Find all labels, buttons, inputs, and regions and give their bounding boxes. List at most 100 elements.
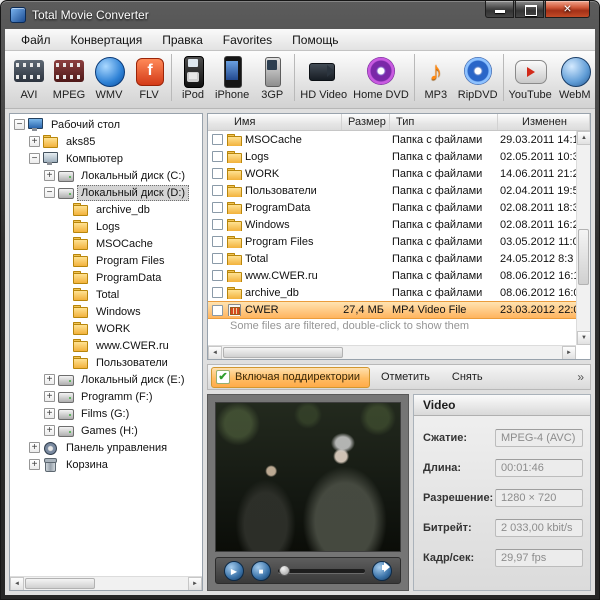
- file-row[interactable]: archive_db Папка с файлами 08.06.2012 16…: [208, 284, 576, 301]
- close-button[interactable]: [545, 1, 590, 18]
- tree-item[interactable]: Локальный диск (D:): [10, 184, 202, 201]
- scroll-right-icon[interactable]: ►: [188, 577, 202, 591]
- menu-item[interactable]: Помощь: [282, 30, 348, 50]
- tree-item[interactable]: Films (G:): [10, 405, 202, 422]
- toolbar-button[interactable]: Home DVD: [350, 54, 412, 101]
- tree-item[interactable]: ProgramData: [10, 269, 202, 286]
- scroll-left-icon[interactable]: ◄: [10, 577, 24, 591]
- volume-button[interactable]: [372, 561, 392, 581]
- toolbar-button[interactable]: AVI: [9, 54, 49, 101]
- toolbar-button[interactable]: 3GP: [252, 54, 292, 101]
- column-header[interactable]: Имя: [208, 114, 342, 130]
- file-list-vertical-scrollbar[interactable]: ▲ ▼: [576, 131, 590, 345]
- menu-item[interactable]: Правка: [152, 30, 213, 50]
- tree-item[interactable]: WORK: [10, 320, 202, 337]
- row-checkbox[interactable]: [212, 287, 223, 298]
- play-button[interactable]: ▶: [224, 561, 244, 581]
- toolbar-button[interactable]: RipDVD: [455, 54, 501, 101]
- menu-item[interactable]: Файл: [11, 30, 61, 50]
- row-checkbox[interactable]: [212, 270, 223, 281]
- tree-item[interactable]: Programm (F:): [10, 388, 202, 405]
- column-header[interactable]: Тип: [390, 114, 498, 130]
- file-row[interactable]: Windows Папка с файлами 02.08.2011 16:2: [208, 216, 576, 233]
- minimize-button[interactable]: [485, 1, 514, 18]
- include-subdirectories-button[interactable]: ✔ Включая поддиректории: [211, 367, 370, 388]
- tree-expander-icon[interactable]: [44, 374, 55, 385]
- file-list-hscroll-track[interactable]: [222, 346, 562, 359]
- toolbar-button[interactable]: iPod: [171, 54, 212, 101]
- file-row[interactable]: WORK Папка с файлами 14.06.2011 21:2: [208, 165, 576, 182]
- row-checkbox[interactable]: [212, 134, 223, 145]
- video-preview-frame[interactable]: [215, 402, 401, 552]
- tree-expander-icon[interactable]: [44, 391, 55, 402]
- tree-item[interactable]: Панель управления: [10, 439, 202, 456]
- toolbar-button[interactable]: FLV: [129, 54, 169, 101]
- tree-scroll-thumb[interactable]: [25, 578, 95, 589]
- file-list-hscroll-thumb[interactable]: [223, 347, 343, 358]
- tree-scroll-track[interactable]: [24, 577, 188, 590]
- tree-horizontal-scrollbar[interactable]: ◄ ►: [10, 576, 202, 590]
- tree-item[interactable]: Рабочий стол: [10, 116, 202, 133]
- row-checkbox[interactable]: [212, 253, 223, 264]
- tree-item[interactable]: Корзина: [10, 456, 202, 473]
- tree-item[interactable]: Total: [10, 286, 202, 303]
- toolbar-button[interactable]: iPhone: [212, 54, 252, 101]
- tree-expander-icon[interactable]: [29, 459, 40, 470]
- row-checkbox[interactable]: [212, 202, 223, 213]
- unmark-button[interactable]: Снять: [441, 368, 494, 386]
- tree-item[interactable]: Games (H:): [10, 422, 202, 439]
- title-bar[interactable]: Total Movie Converter: [1, 1, 599, 29]
- stop-button[interactable]: ■: [251, 561, 271, 581]
- tree-expander-icon[interactable]: [44, 425, 55, 436]
- file-row[interactable]: Logs Папка с файлами 02.05.2011 10:3: [208, 148, 576, 165]
- file-list-horizontal-scrollbar[interactable]: ◄ ►: [208, 345, 576, 359]
- file-list-vscroll-track[interactable]: [577, 145, 590, 331]
- tree-expander-icon[interactable]: [44, 408, 55, 419]
- toolbar-button[interactable]: MP3: [414, 54, 455, 101]
- scroll-down-icon[interactable]: ▼: [577, 331, 591, 345]
- tree-item[interactable]: Компьютер: [10, 150, 202, 167]
- file-row[interactable]: Total Папка с файлами 24.05.2012 8:3: [208, 250, 576, 267]
- tree-expander-icon[interactable]: [14, 119, 25, 130]
- row-checkbox[interactable]: [212, 151, 223, 162]
- tree-item[interactable]: MSOCache: [10, 235, 202, 252]
- file-row[interactable]: MSOCache Папка с файлами 29.03.2011 14:1: [208, 131, 576, 148]
- tree-item[interactable]: aks85: [10, 133, 202, 150]
- tree-item[interactable]: www.CWER.ru: [10, 337, 202, 354]
- toolbar-button[interactable]: MPEG: [49, 54, 89, 101]
- row-checkbox[interactable]: [212, 219, 223, 230]
- file-row[interactable]: Program Files Папка с файлами 03.05.2012…: [208, 233, 576, 250]
- tree-item[interactable]: Program Files: [10, 252, 202, 269]
- maximize-button[interactable]: [515, 1, 544, 18]
- tree-expander-icon[interactable]: [44, 187, 55, 198]
- row-checkbox[interactable]: [212, 305, 223, 316]
- tree-expander-icon[interactable]: [29, 153, 40, 164]
- row-checkbox[interactable]: [212, 168, 223, 179]
- toolbar-button[interactable]: WMV: [89, 54, 129, 101]
- toolbar-button[interactable]: HD Video: [294, 54, 350, 101]
- seek-slider[interactable]: [278, 569, 365, 573]
- tree-expander-icon[interactable]: [29, 136, 40, 147]
- scroll-left-icon[interactable]: ◄: [208, 346, 222, 360]
- tree-item[interactable]: Logs: [10, 218, 202, 235]
- row-checkbox[interactable]: [212, 185, 223, 196]
- tree-item[interactable]: Локальный диск (C:): [10, 167, 202, 184]
- mark-button[interactable]: Отметить: [370, 368, 441, 386]
- file-row[interactable]: CWER 27,4 МБ MP4 Video File 23.03.2012 2…: [208, 301, 576, 319]
- tree-item[interactable]: Windows: [10, 303, 202, 320]
- scroll-right-icon[interactable]: ►: [562, 346, 576, 360]
- seek-slider-thumb[interactable]: [279, 565, 290, 576]
- tree-expander-icon[interactable]: [29, 442, 40, 453]
- toolbar-overflow-icon[interactable]: »: [577, 370, 584, 384]
- file-row[interactable]: www.CWER.ru Папка с файлами 08.06.2012 1…: [208, 267, 576, 284]
- column-header[interactable]: Размер: [342, 114, 390, 130]
- scroll-up-icon[interactable]: ▲: [577, 131, 591, 145]
- row-checkbox[interactable]: [212, 236, 223, 247]
- tree-item[interactable]: archive_db: [10, 201, 202, 218]
- file-list-vscroll-thumb[interactable]: [578, 229, 589, 285]
- toolbar-button[interactable]: YouTube: [503, 54, 555, 101]
- tree-item[interactable]: Локальный диск (E:): [10, 371, 202, 388]
- toolbar-button[interactable]: WebM: [555, 54, 595, 101]
- menu-item[interactable]: Конвертация: [61, 30, 153, 50]
- tree-expander-icon[interactable]: [44, 170, 55, 181]
